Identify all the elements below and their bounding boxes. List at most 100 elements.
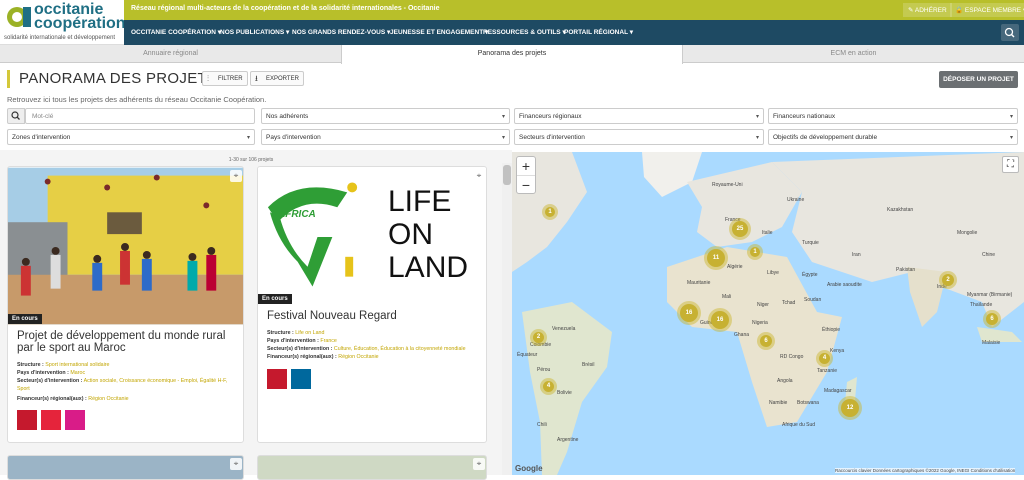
project-title[interactable]: Projet de développement du monde rural p… <box>17 330 237 354</box>
locate-icon[interactable]: ⌖ <box>230 170 242 182</box>
map-cluster[interactable]: 6 <box>983 310 1001 328</box>
fullscreen-icon[interactable]: ⛶ <box>1002 156 1019 173</box>
site-logo[interactable]: occitanie coopération solidarité interna… <box>0 0 126 45</box>
logo-africa-text: AFRICA <box>278 209 316 220</box>
map-label: Chili <box>537 422 547 428</box>
meta-country: Pays d'intervention : France <box>267 337 337 345</box>
deposit-project-button[interactable]: DÉPOSER UN PROJET <box>939 71 1018 88</box>
sdg-icon[interactable] <box>291 369 311 389</box>
meta-label: Financeur(s) régional(aux) : <box>17 396 87 402</box>
map-label: Iran <box>852 252 861 258</box>
countries-select[interactable]: Pays d'intervention ▾ <box>261 129 510 145</box>
map-label: Pakistan <box>896 267 916 273</box>
structure-link[interactable]: Life on Land <box>295 330 324 336</box>
map-zoom-control: + − <box>516 156 536 194</box>
locate-icon[interactable]: ⌖ <box>473 170 485 182</box>
map-label: Bolivie <box>557 390 572 396</box>
countries-select-label: Pays d'intervention <box>266 134 321 141</box>
locate-icon[interactable]: ⌖ <box>473 458 485 470</box>
cluster-count: 1 <box>750 247 760 257</box>
logo-mark-icon <box>7 7 31 27</box>
map-label: Égypte <box>802 272 818 278</box>
meta-label: Structure : <box>17 362 44 368</box>
zones-select-label: Zones d'intervention <box>12 134 71 141</box>
main-nav: OCCITANIE COOPÉRATION ▾ NOS PUBLICATIONS… <box>124 20 1024 45</box>
map-label: Madagascar <box>824 388 852 394</box>
country-link[interactable]: Maroc <box>70 370 85 376</box>
sectors-select[interactable]: Secteurs d'intervention ▾ <box>514 129 764 145</box>
nav-label: JEUNESSE ET ENGAGEMENT <box>390 29 484 36</box>
tab-ecm[interactable]: ECM en action <box>683 45 1024 63</box>
map-label: Mongolie <box>957 230 978 236</box>
member-space-label: ESPACE MEMBRE <box>964 7 1022 14</box>
cluster-count: 2 <box>533 332 544 343</box>
country-link[interactable]: France <box>320 338 337 344</box>
map-cluster[interactable]: 6 <box>757 332 775 350</box>
regional-funders-select[interactable]: Financeurs régionaux ▾ <box>514 108 764 124</box>
cluster-count: 6 <box>760 335 772 347</box>
nav-item-publications[interactable]: NOS PUBLICATIONS ▾ <box>220 28 289 36</box>
sdg-icon[interactable] <box>17 410 37 430</box>
map-cluster[interactable]: 2 <box>939 271 957 289</box>
sdg-icon[interactable] <box>41 410 61 430</box>
zoom-out-button[interactable]: − <box>517 175 535 193</box>
tab-annuaire[interactable]: Annuaire régional <box>0 45 341 63</box>
map-cluster[interactable]: 4 <box>816 350 833 367</box>
filter-button[interactable]: ⫶ FILTRER <box>202 71 248 86</box>
zones-select[interactable]: Zones d'intervention ▾ <box>7 129 255 145</box>
sdg-icon[interactable] <box>267 369 287 389</box>
map-cluster[interactable]: 16 <box>677 301 701 325</box>
keyword-search-button[interactable] <box>7 108 25 124</box>
funder-link[interactable]: Région Occitanie <box>338 354 378 360</box>
map-cluster[interactable]: 12 <box>838 396 862 420</box>
map-cluster[interactable]: 1 <box>542 204 558 220</box>
project-card[interactable]: AFRICA LIFE ON LAND En cours ⌖ Festival … <box>257 166 487 443</box>
sdg-icon[interactable] <box>65 410 85 430</box>
project-card[interactable]: ⌖ <box>7 455 244 480</box>
structure-link[interactable]: Sport international solidaire <box>45 362 109 368</box>
zoom-in-button[interactable]: + <box>517 157 535 175</box>
funder-link[interactable]: Région Occitanie <box>88 396 128 402</box>
member-space-button[interactable]: 🔒 ESPACE MEMBRE ▾ <box>950 3 1024 17</box>
meta-label: Secteur(s) d'intervention : <box>267 346 333 352</box>
nav-item-occitanie[interactable]: OCCITANIE COOPÉRATION ▾ <box>131 28 221 36</box>
project-title[interactable]: Festival Nouveau Regard <box>267 310 482 322</box>
national-funders-select[interactable]: Financeurs nationaux ▾ <box>768 108 1018 124</box>
map-cluster[interactable]: 2 <box>530 329 547 346</box>
map-attribution[interactable]: Raccourcis clavier Données cartographiqu… <box>835 468 1016 473</box>
map-cluster[interactable]: 25 <box>729 218 751 240</box>
map-label: Kazakhstan <box>887 207 914 213</box>
nav-label: PORTAIL RÉGIONAL <box>564 29 628 36</box>
sdg-select[interactable]: Objectifs de développement durable ▾ <box>768 129 1018 145</box>
nav-label: NOS PUBLICATIONS <box>220 29 285 36</box>
project-card[interactable]: En cours ⌖ Projet de développement du mo… <box>7 166 244 443</box>
locate-icon[interactable]: ⌖ <box>230 458 242 470</box>
map-cluster[interactable]: 16 <box>708 308 732 332</box>
results-count: 1-30 sur 106 projets <box>228 157 274 163</box>
nav-item-rendez-vous[interactable]: NOS GRANDS RENDEZ-VOUS ▾ <box>292 28 390 36</box>
nav-label: OCCITANIE COOPÉRATION <box>131 29 216 36</box>
map-cluster[interactable]: 1 <box>747 244 763 260</box>
map-label: Ukraine <box>787 197 805 203</box>
nav-item-ressources[interactable]: RESSOURCES & OUTILS ▾ <box>483 28 566 36</box>
export-button[interactable]: ⭳ EXPORTER <box>250 71 304 86</box>
cluster-count: 16 <box>680 304 698 322</box>
list-scroll-thumb[interactable] <box>503 165 511 185</box>
nav-item-portail[interactable]: PORTAIL RÉGIONAL ▾ <box>564 28 633 36</box>
adherer-button[interactable]: ✎ ADHÉRER <box>903 3 952 17</box>
keyword-input[interactable]: Mot-clé <box>25 108 255 124</box>
list-scrollbar[interactable] <box>502 163 512 475</box>
nav-label: RESSOURCES & OUTILS <box>483 29 561 36</box>
projects-map[interactable]: Royaume-Uni Ukraine Kazakhstan France It… <box>512 152 1024 475</box>
sectors-links[interactable]: Culture, Éducation, Éducation à la citoy… <box>334 346 466 352</box>
map-cluster[interactable]: 4 <box>540 378 557 395</box>
nav-item-jeunesse[interactable]: JEUNESSE ET ENGAGEMENT ▾ <box>390 28 488 36</box>
tab-panorama[interactable]: Panorama des projets <box>341 45 683 64</box>
map-cluster[interactable]: 11 <box>704 246 728 270</box>
adherents-select[interactable]: Nos adhérents ▾ <box>261 108 510 124</box>
export-label: EXPORTER <box>266 76 299 82</box>
page-title: PANORAMA DES PROJETS <box>19 70 218 87</box>
project-card[interactable]: ⌖ <box>257 455 487 480</box>
map-label: RD Congo <box>780 354 804 360</box>
nav-search-button[interactable] <box>1001 24 1019 41</box>
